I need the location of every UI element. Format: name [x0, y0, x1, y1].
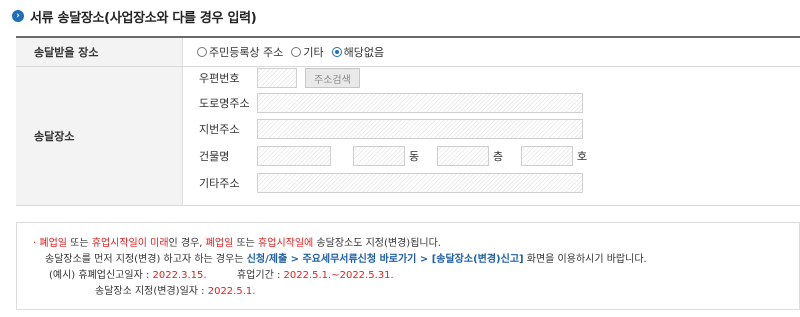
delivery-address-label: 송달장소 [16, 67, 183, 205]
building-name-input[interactable] [257, 146, 331, 166]
address-fields: 우편번호 주소검색 도로명주소 지번주소 건물명 동 층 호 기타주소 [183, 67, 800, 205]
lot-address-line: 지번주소 [199, 118, 583, 140]
notice-text: 송달장소 지정(변경)일자 : [95, 286, 208, 297]
other-address-line: 기타주소 [199, 172, 583, 194]
radio-label: 기타 [303, 46, 324, 59]
postcode-input[interactable] [257, 68, 297, 88]
delivery-address-row: 송달장소 우편번호 주소검색 도로명주소 지번주소 건물명 동 층 호 기타주소 [16, 67, 800, 206]
other-address-input[interactable] [257, 173, 583, 193]
notice-text: 인 경우, [168, 238, 206, 249]
section-header: › 서류 송달장소(사업장소와 다를 경우 입력) [12, 6, 257, 26]
building-line: 건물명 동 층 호 [199, 145, 595, 167]
notice-text: 또는 [233, 238, 259, 249]
ho-unit: 호 [577, 150, 588, 163]
arrow-circle-icon: › [12, 10, 24, 22]
notice-line-1: · 폐업일 또는 휴업시작일이 미래인 경우, 폐업일 또는 휴업시작일에 송달… [33, 236, 441, 251]
notice-text: 휴업시작일에 [258, 238, 314, 249]
radio-checked-icon[interactable] [331, 47, 342, 57]
postcode-line: 우편번호 주소검색 [199, 67, 360, 89]
radio-label: 주민등록상 주소 [209, 46, 284, 59]
notice-text: 2022.5.1. [207, 286, 256, 297]
road-address-input[interactable] [257, 93, 583, 113]
building-ho-input[interactable] [521, 146, 573, 166]
notice-text: 송달장소를 먼저 지정(변경) 하고자 하는 경우는 [45, 254, 247, 265]
radio-icon[interactable] [197, 47, 207, 57]
delivery-form-table: 송달받을 장소 주민등록상 주소 기타 해당없음 송달장소 우편번호 주소검색 [16, 36, 800, 206]
building-label: 건물명 [199, 150, 230, 163]
address-search-button[interactable]: 주소검색 [305, 68, 360, 88]
notice-line-2: 송달장소를 먼저 지정(변경) 하고자 하는 경우는 신청/제출 > 주요세무서… [45, 252, 647, 267]
section-title: 서류 송달장소(사업장소와 다를 경우 입력) [30, 10, 257, 26]
road-address-label: 도로명주소 [199, 97, 250, 110]
notice-text: 화면을 이용하시기 바랍니다. [523, 254, 647, 265]
building-dong-input[interactable] [353, 146, 405, 166]
notice-text: 2022.5.1.~2022.5.31. [283, 270, 394, 281]
floor-unit: 층 [493, 150, 504, 163]
notice-link[interactable]: 신청/제출 > 주요세무서류신청 바로가기 > [송달장소(변경)신고] [247, 254, 524, 265]
notice-line-4: 송달장소 지정(변경)일자 : 2022.5.1. [95, 284, 255, 299]
notice-text: 휴업시작일이 미래 [91, 238, 169, 249]
bullet-icon: · [33, 238, 37, 249]
radio-other[interactable]: 기타 [291, 44, 324, 60]
dong-unit: 동 [409, 150, 420, 163]
lot-address-label: 지번주소 [199, 123, 240, 136]
notice-box: · 폐업일 또는 휴업시작일이 미래인 경우, 폐업일 또는 휴업시작일에 송달… [16, 222, 800, 310]
notice-text: (예시) 휴폐업신고일자 : [49, 270, 153, 281]
building-floor-input[interactable] [437, 146, 489, 166]
notice-text: 폐업일 [205, 238, 234, 249]
notice-line-3: (예시) 휴폐업신고일자 : 2022.3.15. 휴업기간 : 2022.5.… [49, 268, 394, 283]
delivery-place-row: 송달받을 장소 주민등록상 주소 기타 해당없음 [16, 38, 800, 67]
road-address-line: 도로명주소 [199, 92, 583, 114]
delivery-place-options: 주민등록상 주소 기타 해당없음 [183, 38, 388, 66]
delivery-place-label: 송달받을 장소 [16, 38, 183, 66]
lot-address-input[interactable] [257, 119, 583, 139]
notice-text: 2022.3.15. [152, 270, 207, 281]
radio-label: 해당없음 [343, 46, 385, 59]
radio-not-applicable[interactable]: 해당없음 [331, 44, 385, 60]
radio-icon[interactable] [291, 47, 302, 57]
other-address-label: 기타주소 [199, 177, 240, 190]
notice-text: 휴업기간 : [236, 270, 284, 281]
notice-text: 송달장소도 지정(변경)됩니다. [313, 238, 441, 249]
radio-resident-address[interactable]: 주민등록상 주소 [197, 44, 283, 60]
postcode-label: 우편번호 [199, 72, 240, 85]
notice-text: 폐업일 [39, 238, 67, 249]
notice-text: 또는 [66, 238, 92, 249]
